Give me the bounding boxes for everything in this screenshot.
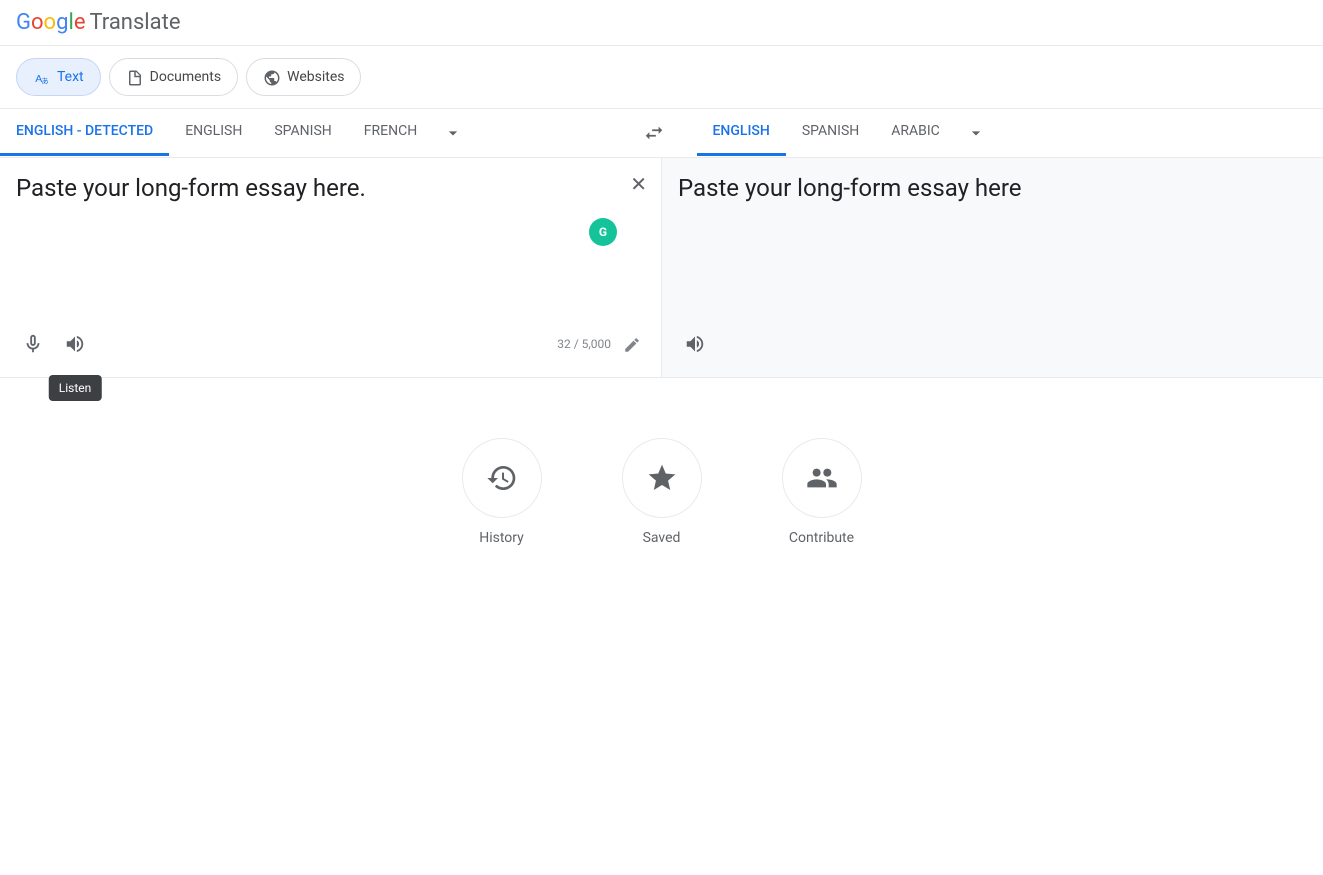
- source-footer-right: 32 / 5,000: [557, 329, 645, 358]
- contribute-label: Contribute: [789, 530, 854, 546]
- source-panel: ✕ G Listen 32 / 5,: [0, 158, 662, 377]
- edit-button[interactable]: [619, 329, 645, 358]
- saved-circle: [622, 438, 702, 518]
- saved-label: Saved: [643, 530, 681, 546]
- tab-text-label: Text: [57, 69, 84, 85]
- source-footer-left: Listen: [16, 327, 92, 361]
- documents-icon: [126, 67, 144, 87]
- websites-icon: [263, 67, 281, 87]
- target-lang-spanish[interactable]: SPANISH: [786, 109, 875, 156]
- source-lang-more[interactable]: [433, 109, 473, 157]
- source-lang-french[interactable]: FRENCH: [348, 109, 433, 156]
- saved-action[interactable]: Saved: [622, 438, 702, 546]
- text-icon: A あ: [33, 67, 51, 87]
- target-listen-button[interactable]: [678, 327, 712, 361]
- target-footer-left: [678, 327, 712, 361]
- svg-text:あ: あ: [41, 76, 49, 85]
- swap-languages-button[interactable]: [627, 112, 681, 154]
- bottom-actions: History Saved Contribute: [0, 378, 1323, 586]
- contribute-action[interactable]: Contribute: [782, 438, 862, 546]
- grammarly-icon: G: [589, 218, 617, 246]
- clear-button[interactable]: ✕: [630, 172, 647, 197]
- logo: Google Translate: [16, 10, 180, 35]
- microphone-button[interactable]: [16, 327, 50, 361]
- target-panel: Paste your long-form essay here: [662, 158, 1323, 377]
- source-footer: Listen 32 / 5,000: [16, 327, 645, 361]
- history-action[interactable]: History: [462, 438, 542, 546]
- tab-text[interactable]: A あ Text: [16, 58, 101, 96]
- mode-tabs: A あ Text Documents Websites: [0, 46, 1323, 109]
- tab-websites[interactable]: Websites: [246, 58, 361, 96]
- target-lang-more[interactable]: [956, 109, 996, 157]
- source-input[interactable]: [16, 174, 645, 319]
- translate-wordmark: Translate: [89, 10, 180, 35]
- target-lang-arabic[interactable]: ARABIC: [875, 109, 956, 156]
- contribute-circle: [782, 438, 862, 518]
- translation-area: ✕ G Listen 32 / 5,: [0, 158, 1323, 378]
- tab-documents-label: Documents: [150, 69, 221, 85]
- target-text: Paste your long-form essay here: [678, 174, 1307, 319]
- tab-websites-label: Websites: [287, 69, 344, 85]
- history-circle: [462, 438, 542, 518]
- language-bar: ENGLISH - DETECTED ENGLISH SPANISH FRENC…: [0, 109, 1323, 158]
- source-lang-english-detected[interactable]: ENGLISH - DETECTED: [0, 109, 169, 156]
- google-wordmark: Google: [16, 10, 85, 35]
- target-lang-tabs: ENGLISH SPANISH ARABIC: [681, 109, 1323, 157]
- target-footer: [678, 327, 1307, 361]
- source-lang-english[interactable]: ENGLISH: [169, 109, 258, 156]
- history-label: History: [479, 530, 524, 546]
- source-lang-tabs: ENGLISH - DETECTED ENGLISH SPANISH FRENC…: [0, 109, 627, 157]
- target-lang-english[interactable]: ENGLISH: [697, 109, 786, 156]
- source-lang-spanish[interactable]: SPANISH: [258, 109, 347, 156]
- listen-tooltip: Listen: [49, 375, 102, 401]
- header: Google Translate: [0, 0, 1323, 46]
- char-count: 32 / 5,000: [557, 337, 611, 351]
- listen-button-container: Listen: [58, 327, 92, 361]
- listen-button[interactable]: [58, 327, 92, 361]
- tab-documents[interactable]: Documents: [109, 58, 238, 96]
